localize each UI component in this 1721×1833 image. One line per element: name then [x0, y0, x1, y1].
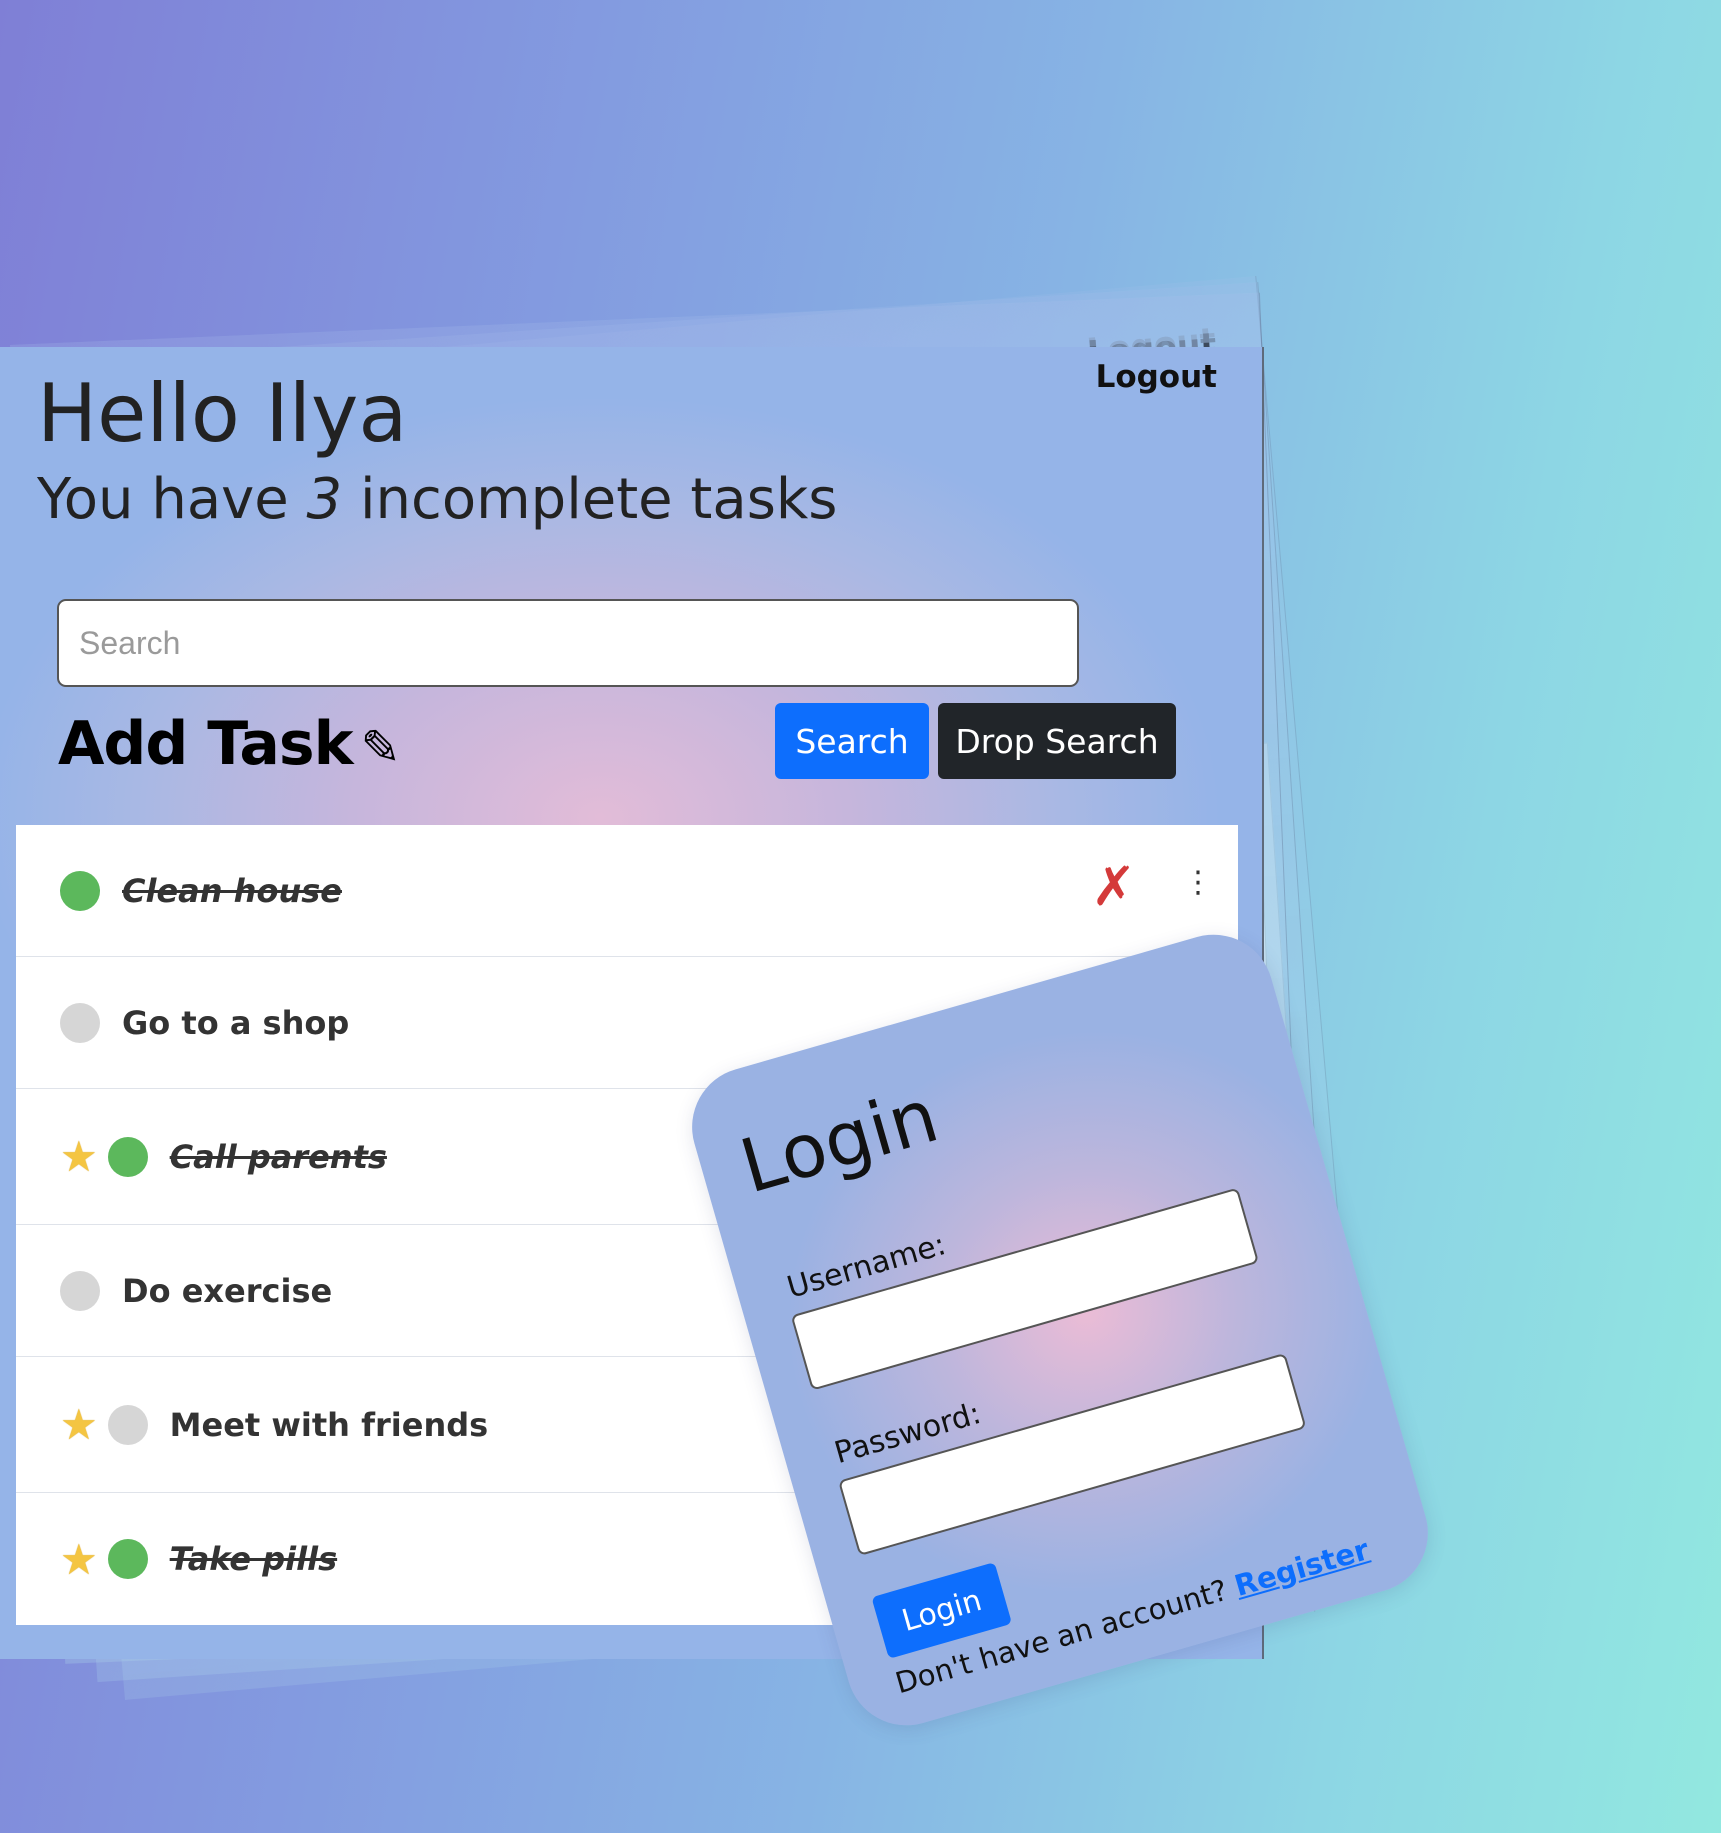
logout-link[interactable]: Logout: [1096, 359, 1217, 395]
more-options-icon[interactable]: ⋮: [1183, 865, 1213, 900]
incomplete-summary: You have 3 incomplete tasks: [37, 467, 837, 532]
completed-toggle[interactable]: [60, 1270, 100, 1311]
star-icon[interactable]: ★: [60, 1535, 98, 1584]
task-title[interactable]: Do exercise: [122, 1272, 332, 1310]
task-title[interactable]: Take pills: [170, 1540, 337, 1578]
username-field[interactable]: [790, 1187, 1260, 1391]
incomplete-count: 3: [306, 467, 343, 532]
star-icon[interactable]: ★: [60, 1400, 98, 1449]
login-title: Login: [731, 1072, 948, 1211]
completed-toggle[interactable]: [107, 1539, 148, 1579]
summary-suffix: incomplete tasks: [360, 467, 838, 532]
completed-toggle[interactable]: [107, 1404, 148, 1445]
task-title[interactable]: Meet with friends: [170, 1406, 489, 1444]
pencil-icon: ✎: [360, 720, 401, 776]
add-task-label: Add Task: [58, 709, 354, 779]
star-icon[interactable]: ★: [60, 1132, 98, 1181]
greeting-heading: Hello Ilya: [37, 367, 408, 460]
task-title[interactable]: Go to a shop: [122, 1004, 349, 1042]
task-row: Clean house ✗ ⋮: [16, 825, 1238, 957]
completed-toggle[interactable]: [107, 1136, 148, 1177]
password-field[interactable]: [838, 1352, 1307, 1557]
cross-mark-icon[interactable]: ✗: [1091, 855, 1136, 918]
completed-toggle[interactable]: [60, 870, 100, 911]
search-input[interactable]: [57, 599, 1079, 687]
search-button[interactable]: Search: [775, 703, 929, 779]
task-title[interactable]: Call parents: [170, 1138, 387, 1176]
add-task-button[interactable]: Add Task ✎: [58, 709, 401, 779]
completed-toggle[interactable]: [60, 1002, 100, 1043]
task-title[interactable]: Clean house: [122, 872, 342, 910]
summary-prefix: You have: [37, 467, 289, 532]
drop-search-button[interactable]: Drop Search: [938, 703, 1176, 779]
register-link[interactable]: Register: [1231, 1532, 1373, 1603]
